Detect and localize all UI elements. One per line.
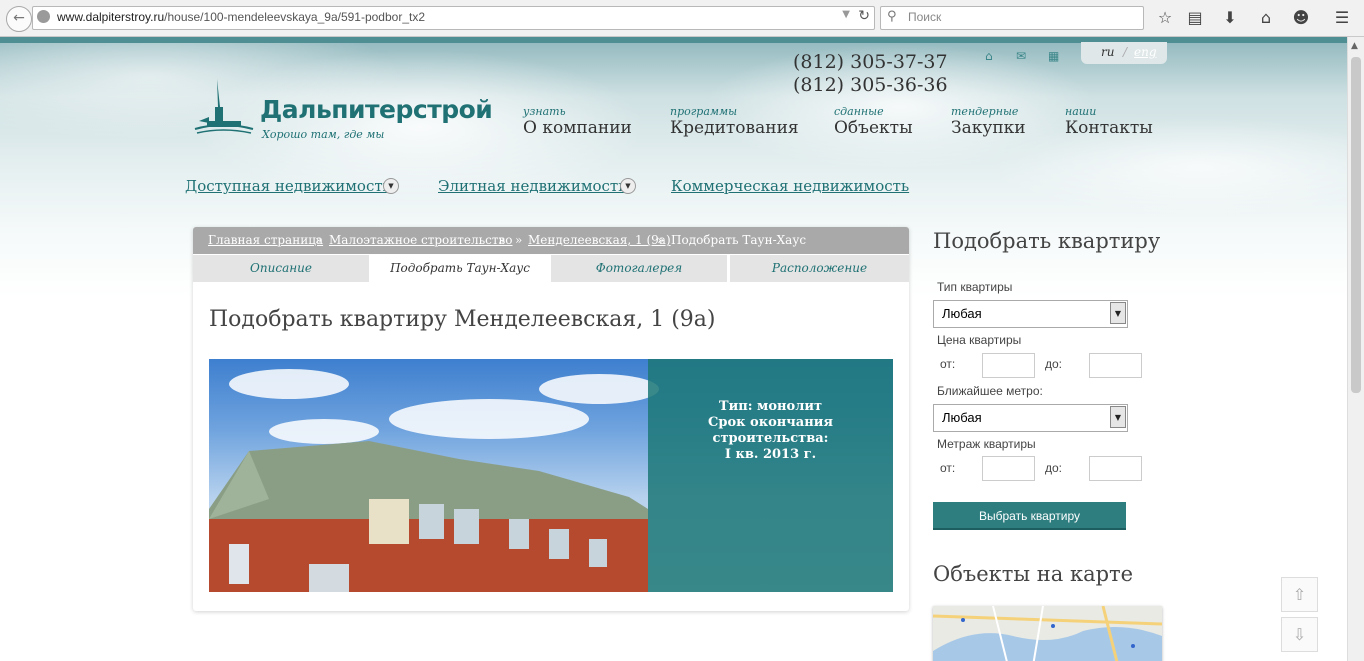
phone-number-1: (812) 305-37-37 (793, 51, 948, 73)
sitemap-icon[interactable]: ▦ (1048, 49, 1059, 63)
price-to-label: до: (1045, 357, 1063, 371)
lang-separator: / (1123, 45, 1128, 59)
home-icon[interactable]: ⌂ (985, 49, 993, 63)
metro-select[interactable]: Любая ▼ (933, 404, 1128, 432)
header-sky-background (0, 37, 1347, 247)
bookmark-star-icon[interactable]: ☆ (1154, 7, 1176, 29)
menu-item-small-label: наши (1065, 105, 1097, 118)
menu-icon[interactable]: ☰ (1331, 7, 1353, 29)
objects-map[interactable] (933, 606, 1162, 661)
reload-icon[interactable]: ↻ (858, 8, 870, 24)
content-card: Главная страница » Малоэтажное строитель… (193, 227, 909, 611)
menu-item-tenders[interactable]: тендерные Закупки (951, 105, 1026, 138)
price-label: Цена квартиры (937, 333, 1022, 347)
chevron-down-icon[interactable]: ▼ (1110, 406, 1126, 428)
apartment-type-value: Любая (942, 306, 982, 321)
townhouse-building (209, 441, 648, 592)
scroll-down-button[interactable]: ⇩ (1281, 617, 1318, 652)
map-thumbnail (933, 606, 1162, 661)
menu-item-credit[interactable]: программы Кредитования (670, 105, 799, 138)
breadcrumb-separator: » (515, 233, 523, 247)
menu-item-label: О компании (523, 118, 632, 138)
area-to-input[interactable] (1089, 456, 1142, 481)
lang-ru[interactable]: ru (1101, 45, 1114, 59)
price-from-input[interactable] (982, 353, 1035, 378)
logo-subtitle: Хорошо там, где мы (262, 128, 385, 141)
search-placeholder: Поиск (908, 10, 942, 24)
chevron-down-icon[interactable]: ▼ (1110, 302, 1126, 324)
menu-item-small-label: программы (670, 105, 738, 118)
page-viewport: (812) 305-37-37 (812) 305-36-36 ⌂ ✉ ▦ ru… (0, 37, 1347, 661)
lang-eng[interactable]: eng (1134, 45, 1157, 59)
menu-item-small-label: узнать (523, 105, 566, 118)
menu-item-small-label: тендерные (951, 105, 1019, 118)
breadcrumb-separator: » (315, 233, 323, 247)
apartment-type-select[interactable]: Любая ▼ (933, 300, 1128, 328)
home-icon[interactable]: ⌂ (1255, 7, 1277, 29)
menu-item-label: Объекты (834, 118, 913, 138)
scroll-up-button[interactable]: ⇧ (1281, 577, 1318, 612)
subnav-affordable[interactable]: Доступная недвижимость (185, 177, 391, 195)
chevron-down-icon[interactable]: ▼ (383, 178, 399, 194)
pick-apartment-button[interactable]: Выбрать квартиру (933, 502, 1126, 530)
menu-item-small-label: сданные (834, 105, 884, 118)
breadcrumb-house[interactable]: Менделеевская, 1 (9а) (528, 233, 671, 247)
overlay-deadline-label: Срок окончания строительства: (708, 415, 833, 446)
menu-item-objects[interactable]: сданные Объекты (834, 105, 913, 138)
language-switcher: ru / eng (1081, 42, 1167, 64)
scrollbar-thumb[interactable] (1351, 57, 1361, 393)
logo-title[interactable]: Дальпитерстрой (260, 95, 493, 124)
project-info-overlay: Тип: монолит Срок окончания строительств… (648, 359, 893, 592)
price-to-input[interactable] (1089, 353, 1142, 378)
phone-number-2: (812) 305-36-36 (793, 74, 948, 96)
overlay-deadline: I кв. 2013 г. (724, 447, 817, 462)
mail-icon[interactable]: ✉ (1016, 49, 1026, 63)
history-dropdown-icon[interactable]: ▼ (842, 9, 850, 20)
chevron-down-icon[interactable]: ▼ (620, 178, 636, 194)
subnav-elite[interactable]: Элитная недвижимость (438, 177, 626, 195)
tab-description[interactable]: Описание (193, 254, 369, 282)
breadcrumb-separator: » (657, 233, 665, 247)
area-from-input[interactable] (982, 456, 1035, 481)
globe-icon (37, 10, 50, 23)
subnav-commercial[interactable]: Коммерческая недвижимость (671, 177, 909, 195)
metro-label: Ближайшее метро: (937, 384, 1043, 398)
scroll-up-arrow-icon[interactable]: ▲ (1351, 41, 1358, 51)
chat-icon[interactable]: ☻ (1290, 7, 1312, 29)
url-text: www.dalpiterstroy.ru/house/100-mendeleev… (57, 10, 426, 24)
breadcrumb: Главная страница » Малоэтажное строитель… (193, 227, 909, 254)
menu-item-label: Закупки (951, 118, 1026, 138)
tab-photogallery[interactable]: Фотогалерея (551, 254, 727, 282)
menu-item-label: Кредитования (670, 118, 799, 138)
search-bar[interactable]: ⚲ Поиск (880, 6, 1144, 30)
menu-item-contacts[interactable]: наши Контакты (1065, 105, 1153, 138)
menu-item-label: Контакты (1065, 118, 1153, 138)
back-arrow-icon[interactable]: ← (6, 6, 32, 32)
address-bar[interactable]: www.dalpiterstroy.ru/house/100-mendeleev… (32, 6, 875, 30)
area-label: Метраж квартиры (937, 437, 1036, 451)
townhouse-photo: Тип: монолит Срок окончания строительств… (209, 359, 893, 592)
sidebar-title: Подобрать квартиру (933, 229, 1161, 253)
logo-cathedral-icon[interactable] (193, 77, 255, 139)
tab-location[interactable]: Расположение (730, 254, 909, 282)
area-to-label: до: (1045, 461, 1063, 475)
breadcrumb-lowrise[interactable]: Малоэтажное строительство (329, 233, 512, 247)
overlay-type: Тип: монолит (718, 399, 823, 414)
breadcrumb-current: Подобрать Таун-Хаус (671, 233, 807, 247)
breadcrumb-separator: » (498, 233, 506, 247)
metro-value: Любая (942, 410, 982, 425)
map-section-title: Объекты на карте (933, 562, 1134, 586)
apartment-type-label: Тип квартиры (937, 280, 1013, 294)
page-scrollbar[interactable]: ▲ (1347, 37, 1364, 661)
reading-list-icon[interactable]: ▤ (1184, 7, 1206, 29)
page-title: Подобрать квартиру Менделеевская, 1 (9а) (209, 307, 716, 332)
breadcrumb-home[interactable]: Главная страница (208, 233, 323, 247)
tab-pick-townhouse[interactable]: Подобрать Таун-Хаус (372, 254, 548, 284)
browser-toolbar: ← www.dalpiterstroy.ru/house/100-mendele… (0, 0, 1364, 37)
price-from-label: от: (940, 357, 956, 371)
area-from-label: от: (940, 461, 956, 475)
download-icon[interactable]: ⬇ (1219, 7, 1241, 29)
menu-item-company[interactable]: узнать О компании (523, 105, 632, 138)
search-icon: ⚲ (887, 9, 897, 24)
